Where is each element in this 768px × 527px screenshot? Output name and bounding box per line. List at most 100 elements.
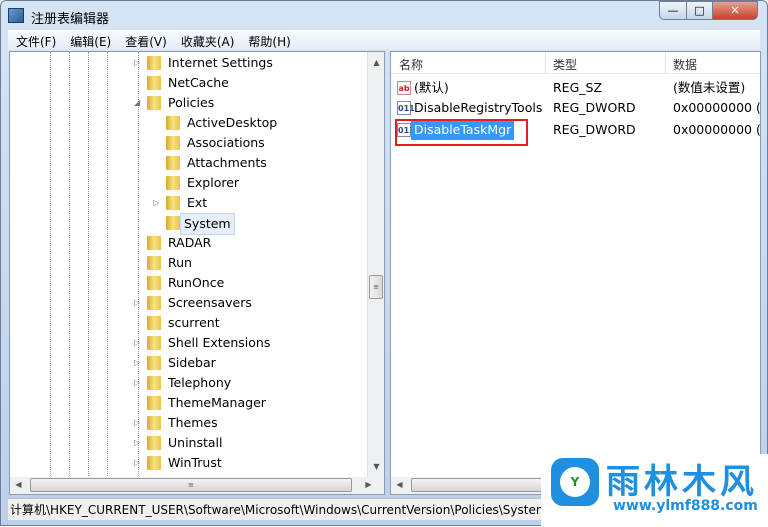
title-bar: 注册表编辑器 — □ ✕ [1, 1, 767, 29]
key-tree[interactable]: ▷ Internet Settings NetCache ◢ Policies Activ… [9, 51, 385, 495]
value-type: REG_DWORD [553, 122, 636, 137]
expander-icon[interactable]: ▷ [134, 453, 144, 473]
tree-node[interactable]: ▷ Themes [134, 413, 378, 433]
expander-icon[interactable]: ▷ [134, 53, 144, 73]
column-header-data[interactable]: 数据 [673, 56, 697, 73]
scroll-left-arrow[interactable]: ◀ [10, 480, 27, 489]
expander-icon[interactable]: ▷ [134, 413, 144, 433]
tree-node[interactable]: ▷ Ext [153, 193, 384, 213]
tree-node-label: Explorer [187, 175, 240, 190]
folder-icon [166, 156, 180, 170]
regedit-icon [8, 8, 24, 23]
menu-edit[interactable]: 编辑(E) [62, 30, 117, 50]
folder-icon [166, 196, 180, 210]
folder-icon [147, 416, 161, 430]
value-name: (默认) [414, 80, 449, 95]
folder-icon [166, 116, 180, 130]
tree-node-label: Run [168, 255, 192, 270]
column-header-type[interactable]: 类型 [553, 56, 577, 73]
tree-node[interactable]: ▷ Sidebar [134, 353, 378, 373]
folder-icon [147, 236, 161, 250]
folder-icon [147, 336, 161, 350]
tree-node[interactable]: ▷ Telephony [134, 373, 378, 393]
tree-node[interactable]: ▷ Uninstall [134, 433, 378, 453]
expander-icon[interactable]: ▷ [134, 293, 144, 313]
folder-icon [147, 356, 161, 370]
menu-bar: 文件(F) 编辑(E) 查看(V) 收藏夹(A) 帮助(H) [8, 30, 760, 50]
list-row[interactable]: ab (默认) REG_SZ (数值未设置) [391, 78, 760, 98]
watermark-brand: 雨林木风 [606, 462, 758, 502]
column-divider[interactable] [665, 52, 666, 74]
menu-file[interactable]: 文件(F) [8, 30, 62, 50]
expander-icon[interactable]: ▷ [134, 373, 144, 393]
menu-help[interactable]: 帮助(H) [240, 30, 296, 50]
tree-node-label: ThemeManager [168, 395, 266, 410]
value-type: REG_SZ [553, 80, 603, 95]
tree-horizontal-scrollbar[interactable]: ◀ ≡ ▶ [10, 477, 384, 494]
folder-icon [147, 96, 161, 110]
watermark-url: www.ylmf888.com [613, 498, 758, 514]
tree-node[interactable]: ▷ Shell Extensions [134, 333, 378, 353]
list-row[interactable]: 011 DisableRegistryTools REG_DWORD 0x000… [391, 98, 760, 118]
tree-node-label: Internet Settings [168, 55, 273, 70]
expander-icon[interactable]: ◢ [134, 93, 144, 113]
dword-value-icon: 011 [397, 101, 415, 115]
close-button[interactable]: ✕ [712, 1, 758, 20]
column-header-name[interactable]: 名称 [399, 56, 423, 73]
folder-icon [166, 136, 180, 150]
tree-node[interactable]: Associations [157, 133, 384, 153]
tree-node[interactable]: Run [138, 253, 378, 273]
expander-icon[interactable]: ▷ [134, 433, 144, 453]
minimize-button[interactable]: — [659, 1, 687, 20]
tree-node-label: Themes [168, 415, 218, 430]
tree-node[interactable]: RADAR [138, 233, 378, 253]
tree-node[interactable]: ▷ Internet Settings [134, 53, 378, 73]
tree-node[interactable]: Attachments [157, 153, 384, 173]
scroll-up-arrow[interactable]: ▲ [368, 58, 384, 67]
tree-node-label: scurrent [168, 315, 220, 330]
folder-icon [147, 436, 161, 450]
tree-node-label: Ext [187, 195, 208, 210]
tree-node-label: Uninstall [168, 435, 223, 450]
folder-icon [147, 256, 161, 270]
tree-node[interactable]: ◢ Policies [134, 93, 378, 113]
menu-view[interactable]: 查看(V) [117, 30, 173, 50]
folder-icon [166, 216, 180, 230]
tree-node[interactable]: NetCache [138, 73, 378, 93]
tree-node[interactable]: ▷ WinTrust [134, 453, 378, 473]
scroll-right-arrow[interactable]: ▶ [360, 480, 377, 489]
list-header: 名称 类型 数据 [391, 52, 760, 74]
expander-icon[interactable]: ▷ [134, 333, 144, 353]
tree-node[interactable]: RunOnce [138, 273, 378, 293]
menu-favorites[interactable]: 收藏夹(A) [173, 30, 241, 50]
tree-guide [69, 52, 70, 478]
scroll-left-arrow[interactable]: ◀ [391, 480, 408, 489]
folder-icon [147, 316, 161, 330]
value-list[interactable]: 名称 类型 数据 ab (默认) REG_SZ (数值未设置) 011 Disa… [390, 51, 761, 495]
scroll-thumb[interactable]: ≡ [30, 478, 352, 492]
tree-node[interactable]: Explorer [157, 173, 384, 193]
tree-node[interactable]: scurrent [138, 313, 378, 333]
highlight-annotation-box [395, 119, 528, 146]
tree-guide [50, 52, 51, 478]
tree-node[interactable]: ThemeManager [138, 393, 378, 413]
column-divider[interactable] [545, 52, 546, 74]
tree-node[interactable]: ▷ Screensavers [134, 293, 378, 313]
tree-node[interactable]: System [157, 213, 384, 235]
expander-icon[interactable]: ▷ [134, 353, 144, 373]
folder-icon [147, 76, 161, 90]
tree-node-label: Associations [187, 135, 265, 150]
value-type: REG_DWORD [553, 100, 636, 115]
tree-vertical-scrollbar[interactable]: ▲ ≡ ▼ [367, 52, 384, 478]
ylmf-logo-icon: Y [551, 458, 599, 506]
tree-node[interactable]: ActiveDesktop [157, 113, 384, 133]
folder-icon [147, 276, 161, 290]
registry-editor-window: 注册表编辑器 — □ ✕ 文件(F) 编辑(E) 查看(V) 收藏夹(A) 帮助(H) … [0, 0, 768, 527]
scroll-down-arrow[interactable]: ▼ [368, 462, 384, 471]
folder-icon [147, 56, 161, 70]
expander-icon[interactable]: ▷ [153, 193, 163, 213]
tree-node-label: Attachments [187, 155, 267, 170]
value-data: 0x00000000 (0) [673, 100, 761, 115]
scroll-thumb[interactable]: ≡ [369, 275, 383, 299]
maximize-button[interactable]: □ [686, 1, 713, 20]
